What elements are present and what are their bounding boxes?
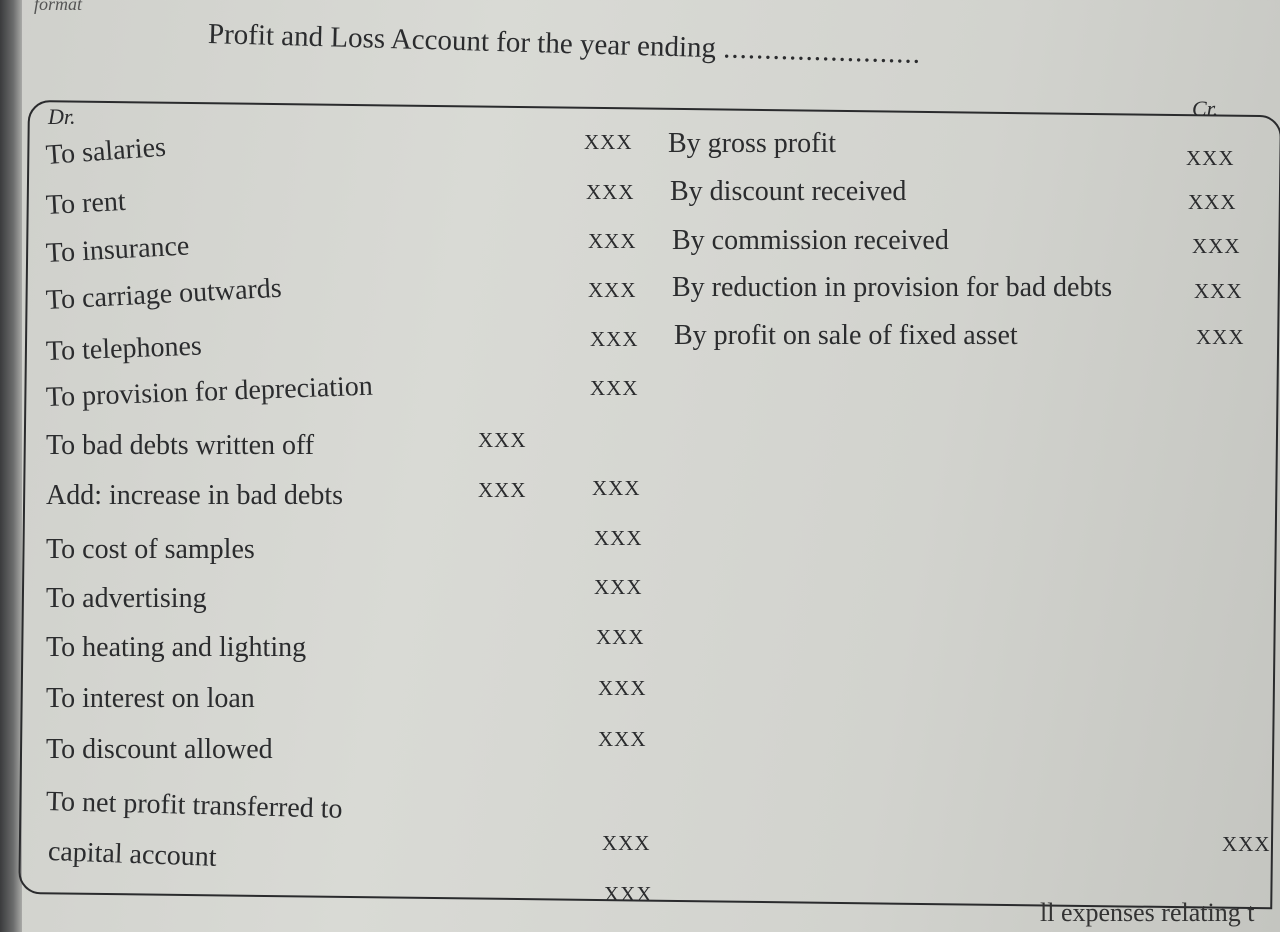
debit-amount-interest-on-loan: XXX [598, 676, 647, 700]
credit-label-profit-fixed-asset: By profit on sale of fixed asset [674, 320, 1018, 351]
debit-label-discount-allowed: To discount allowed [46, 734, 273, 765]
debit-heading: Dr. [48, 104, 76, 129]
debit-amount-rent: XXX [586, 180, 635, 204]
credit-amount-gross-profit: XXX [1186, 146, 1235, 170]
debit-amount-insurance: XXX [588, 229, 637, 253]
debit-amount-telephones: XXX [590, 327, 639, 351]
debit-amount-net-profit: XXX [602, 831, 651, 855]
title-dots: ........................ [722, 32, 922, 70]
debit-label-net-profit-cont: capital account [47, 836, 218, 873]
debit-label-heating-lighting: To heating and lighting [46, 632, 307, 663]
credit-amount-commission-received: XXX [1192, 234, 1241, 258]
debit-amount-provision-depreciation: XXX [590, 376, 639, 400]
credit-amount-profit-fixed-asset: XXX [1196, 325, 1245, 349]
debit-total: XXX [604, 882, 653, 906]
debit-amount-salaries: XXX [584, 130, 633, 154]
credit-amount-reduction-provision: XXX [1194, 279, 1243, 303]
credit-amount-discount-received: XXX [1188, 190, 1237, 214]
page-title: Profit and Loss Account for the year end… [208, 18, 922, 71]
credit-heading: Cr. [1192, 96, 1219, 121]
debit-amount-advertising: XXX [594, 575, 643, 599]
debit-label-increase-bad-debts: Add: increase in bad debts [46, 480, 344, 511]
title-text: Profit and Loss Account for the year end… [207, 18, 717, 65]
credit-label-reduction-provision: By reduction in provision for bad debts [672, 272, 1113, 303]
cropped-text-fragment-bottom: ll expenses relating t [1040, 898, 1255, 927]
credit-label-gross-profit: By gross profit [668, 128, 836, 159]
debit-label-interest-on-loan: To interest on loan [46, 683, 255, 714]
cropped-text-fragment: format [34, 0, 83, 14]
debit-amount-heating-lighting: XXX [596, 625, 645, 649]
credit-label-discount-received: By discount received [670, 176, 907, 207]
debit-label-cost-of-samples: To cost of samples [46, 534, 255, 565]
debit-subamount-bad-debts: XXX [478, 428, 527, 452]
debit-amount-cost-of-samples: XXX [594, 526, 643, 550]
debit-subamount-increase-bad-debts: XXX [478, 478, 527, 502]
debit-amount-discount-allowed: XXX [598, 727, 647, 751]
debit-amount-carriage-outwards: XXX [588, 278, 637, 302]
debit-label-telephones: To telephones [45, 330, 203, 367]
debit-label-bad-debts: To bad debts written off [46, 430, 315, 461]
credit-label-commission-received: By commission received [672, 225, 949, 256]
debit-amount-increase-bad-debts: XXX [592, 476, 641, 500]
debit-label-rent: To rent [45, 185, 127, 221]
debit-label-advertising: To advertising [46, 583, 207, 614]
credit-total: XXX [1222, 832, 1271, 856]
